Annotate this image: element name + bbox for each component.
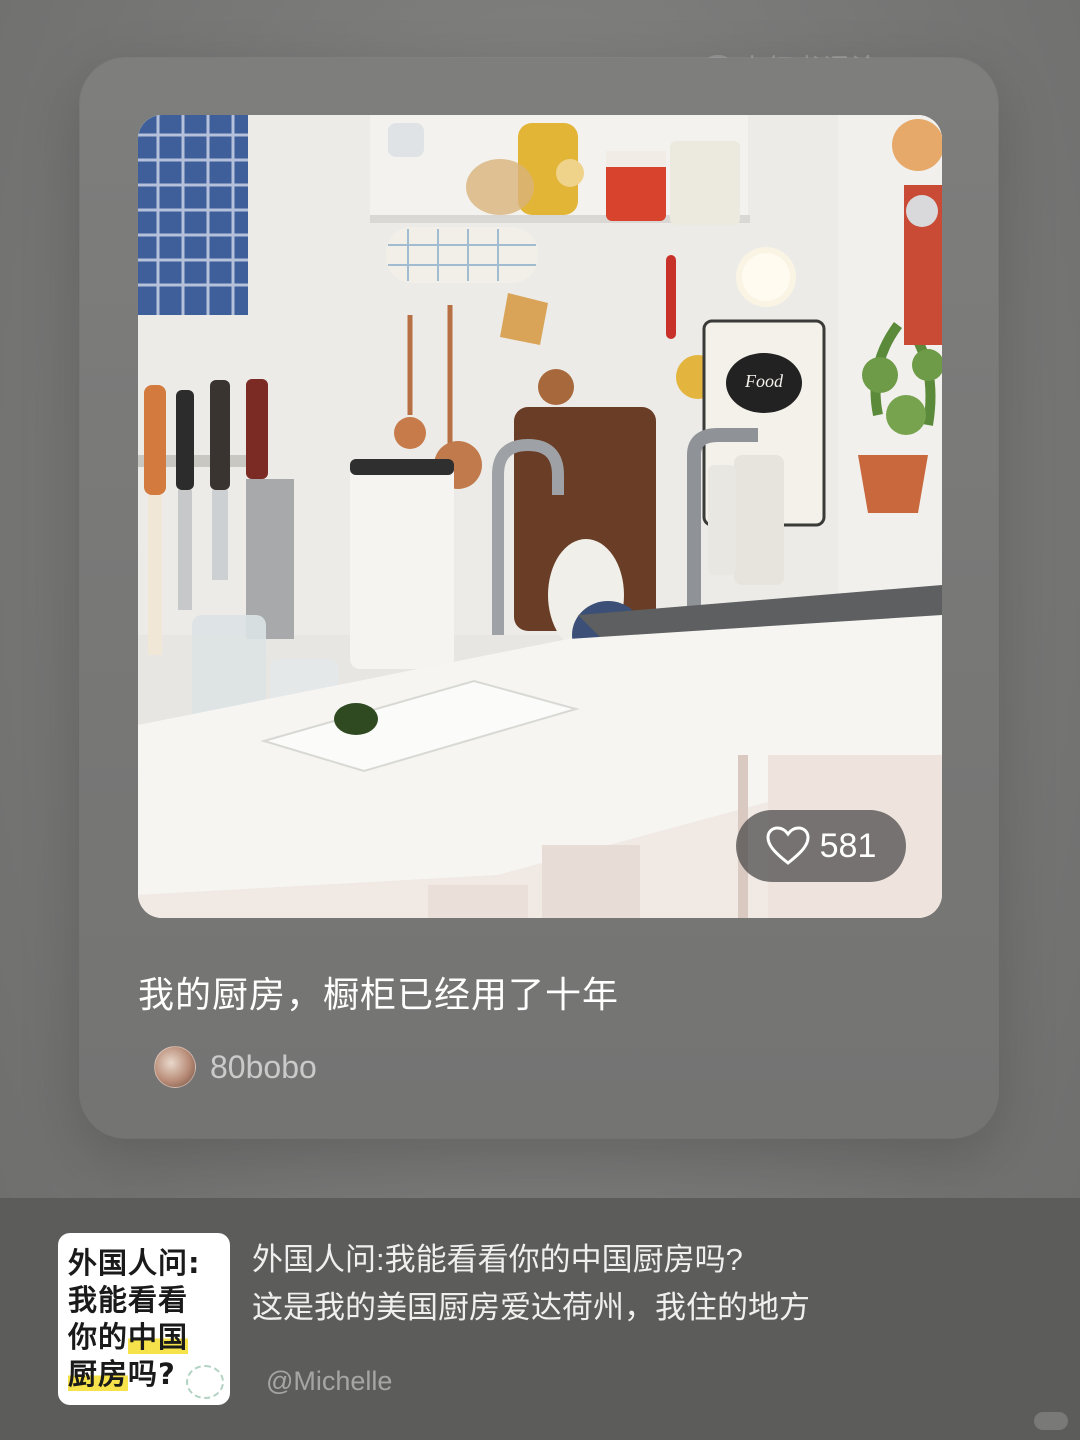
author-name[interactable]: 80bobo [210, 1049, 317, 1086]
avatar[interactable] [154, 1046, 196, 1088]
thumbnail-text-1: 外国人问: [68, 1246, 201, 1280]
source-thumbnail[interactable]: 外国人问: 我能看看 你的中国 厨房吗? [58, 1233, 230, 1405]
source-bar[interactable]: 外国人问: 我能看看 你的中国 厨房吗? 外国人问:我能看看你的中国厨房吗? 这… [0, 1198, 1080, 1440]
svg-text:Food: Food [744, 371, 784, 391]
description-line-2: 这是我的美国厨房爱达荷州，我住的地方 [252, 1290, 810, 1325]
decoration-icon [186, 1365, 224, 1399]
thumbnail-line-1: 外国人问: [68, 1245, 220, 1282]
post-title[interactable]: 我的厨房，橱柜已经用了十年 [138, 966, 619, 1018]
thumbnail-highlight-1: 中国 [128, 1320, 189, 1354]
like-count: 581 [819, 826, 877, 865]
thumbnail-text-3: 你的 [68, 1320, 129, 1354]
post-card[interactable]: Food 581 我的厨房，橱柜已经用了十年 80bobo [80, 58, 998, 1138]
corner-watermark-icon [1034, 1412, 1068, 1430]
source-description[interactable]: 外国人问:我能看看你的中国厨房吗? 这是我的美国厨房爱达荷州，我住的地方 [252, 1236, 810, 1332]
kitchen-illustration: Food [138, 115, 942, 918]
author-row[interactable]: 80bobo [154, 1046, 317, 1088]
thumbnail-highlight-2: 厨房 [68, 1357, 129, 1391]
thumbnail-line-2: 我能看看 [68, 1282, 220, 1319]
thumbnail-line-3: 你的中国 [68, 1319, 220, 1356]
description-line-1: 外国人问:我能看看你的中国厨房吗? [252, 1242, 743, 1277]
heart-icon [766, 826, 810, 865]
source-handle[interactable]: @Michelle [266, 1366, 392, 1397]
kitchen-photo[interactable]: Food 581 [138, 115, 942, 918]
like-button[interactable]: 581 [736, 810, 906, 882]
thumbnail-text-2: 我能看看 [68, 1283, 189, 1317]
thumbnail-text-4: 吗? [128, 1357, 176, 1391]
